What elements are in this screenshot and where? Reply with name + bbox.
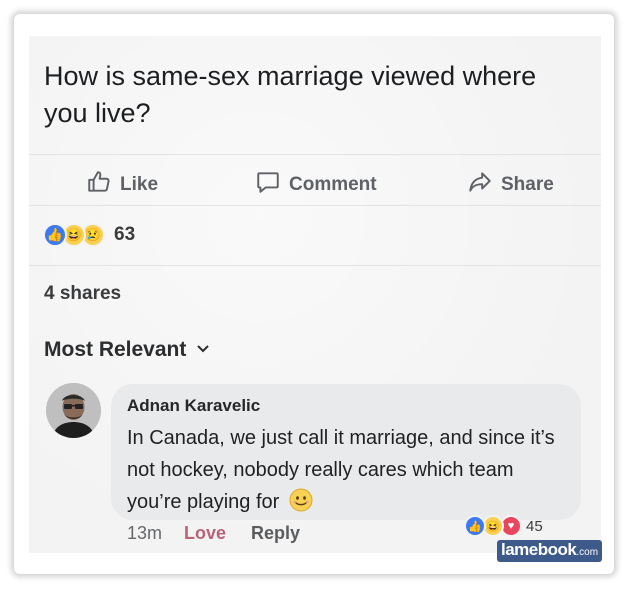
like-icon: 👍	[43, 223, 67, 247]
comment-author[interactable]: Adnan Karavelic	[127, 396, 260, 416]
like-label: Like	[120, 174, 159, 195]
divider	[29, 265, 601, 266]
thumbs-up-icon	[86, 169, 112, 201]
comment-filter-label: Most Relevant	[44, 338, 187, 361]
comment-text-block: In Canada, we just call it marriage, and…	[127, 422, 567, 518]
share-arrow-icon	[467, 169, 493, 201]
comment-timestamp[interactable]: 13m	[127, 523, 162, 544]
smiley-emoji-icon	[289, 488, 313, 512]
comment-label: Comment	[289, 174, 377, 195]
like-button[interactable]: Like	[86, 169, 158, 201]
comment-reactions[interactable]: 👍 😆 ♥ 45	[464, 515, 543, 537]
watermark-domain: .com	[576, 547, 599, 558]
watermark-logo: lamebook .com	[497, 540, 603, 562]
like-icon: 👍	[464, 515, 486, 537]
chevron-down-icon	[196, 338, 210, 362]
love-reaction-button[interactable]: Love	[184, 523, 226, 544]
watermark-main: lamebook	[501, 540, 577, 559]
reply-button[interactable]: Reply	[251, 523, 300, 544]
shares-count[interactable]: 4 shares	[44, 283, 121, 305]
comment-reaction-count: 45	[526, 517, 543, 535]
reaction-count: 63	[114, 224, 136, 245]
comment-bubble: Adnan Karavelic In Canada, we just call …	[111, 384, 581, 520]
post-text: How is same-sex marriage viewed where yo…	[44, 61, 537, 128]
share-label: Share	[501, 174, 554, 195]
comment-button[interactable]: Comment	[255, 169, 377, 201]
share-button[interactable]: Share	[467, 169, 554, 201]
comment-filter-dropdown[interactable]: Most Relevant	[44, 338, 210, 362]
post-action-bar: Like Comment Share	[29, 154, 601, 206]
comment-text: In Canada, we just call it marriage, and…	[127, 427, 555, 513]
speech-bubble-icon	[255, 169, 281, 201]
avatar[interactable]	[46, 383, 101, 438]
post-reactions[interactable]: 👍 😆 😢 63	[43, 223, 135, 247]
facebook-post-screenshot: How is same-sex marriage viewed where yo…	[29, 36, 601, 553]
